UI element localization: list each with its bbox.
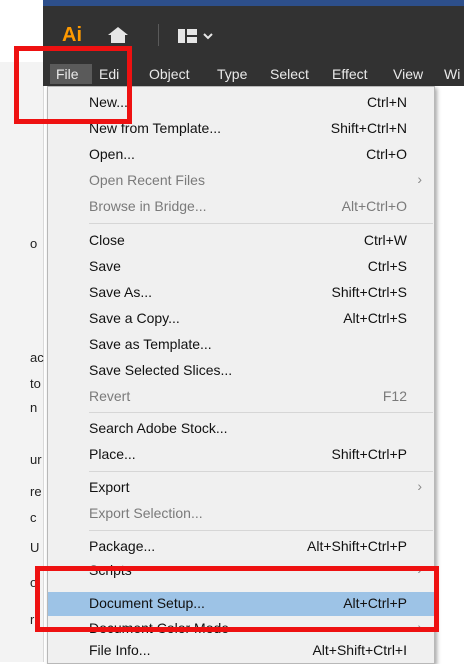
menu-item-label: Save as Template... <box>89 336 212 352</box>
menu-item-shortcut: Shift+Ctrl+N <box>330 120 407 136</box>
menu-item-label: Export <box>89 479 130 495</box>
menu-divider <box>89 223 433 224</box>
menu-item-save-selected-slices[interactable]: Save Selected Slices... <box>48 359 434 383</box>
menu-item-shortcut: Alt+Ctrl+O <box>341 198 407 214</box>
menu-item-label: Close <box>89 232 125 248</box>
menu-item-shortcut: Ctrl+N <box>366 94 407 110</box>
menu-item-label: Save <box>89 258 121 274</box>
menu-item-shortcut: Alt+Shift+Ctrl+I <box>312 642 407 658</box>
home-icon[interactable] <box>104 25 132 45</box>
menu-item-label: Save As... <box>89 284 153 300</box>
menu-divider <box>89 471 433 472</box>
toolbar-separator <box>158 24 159 46</box>
left-panel-text: ac <box>30 350 44 365</box>
menu-item-shortcut: Shift+Ctrl+P <box>331 446 407 462</box>
menu-divider <box>89 530 433 531</box>
left-panel-text: o <box>30 236 38 251</box>
left-panel-text: U <box>30 540 40 555</box>
title-accent-strip <box>43 0 464 6</box>
menu-select[interactable]: Select <box>270 64 309 84</box>
menu-item-shortcut: Alt+Shift+Ctrl+P <box>307 538 407 554</box>
menu-item-shortcut: Ctrl+W <box>363 232 407 248</box>
menu-item-save-as-template[interactable]: Save as Template... <box>48 333 434 357</box>
annotation-highlight-box <box>14 46 132 124</box>
menu-item-label: Open Recent Files <box>89 172 205 188</box>
menu-item-label: Search Adobe Stock... <box>89 420 228 436</box>
menu-item-revert[interactable]: Revert F12 <box>48 385 434 409</box>
workspace-switcher-icon[interactable] <box>176 27 218 45</box>
menu-item-label: Package... <box>89 538 156 554</box>
menu-item-shortcut: Ctrl+O <box>366 146 407 162</box>
menu-item-label: Revert <box>89 388 131 404</box>
menu-item-save-as[interactable]: Save As... Shift+Ctrl+S <box>48 281 434 305</box>
menu-item-label: Save Selected Slices... <box>89 362 233 378</box>
left-panel-text: ur <box>30 452 42 467</box>
menu-object[interactable]: Object <box>149 64 189 84</box>
left-panel-text: to <box>30 376 41 391</box>
annotation-highlight-box <box>35 566 439 632</box>
menu-type[interactable]: Type <box>217 64 247 84</box>
submenu-arrow-icon: › <box>417 478 422 494</box>
menu-item-label: Open... <box>89 146 135 162</box>
menu-item-open-recent[interactable]: Open Recent Files › <box>48 169 434 193</box>
menu-view[interactable]: View <box>393 64 423 84</box>
menu-item-package[interactable]: Package... Alt+Shift+Ctrl+P <box>48 535 434 559</box>
left-panel-text: re <box>30 484 42 499</box>
menu-item-shortcut: Alt+Ctrl+S <box>343 310 407 326</box>
menu-item-search-adobe-stock[interactable]: Search Adobe Stock... <box>48 417 434 441</box>
illustrator-logo: Ai <box>62 24 82 46</box>
left-panel-text: c <box>30 510 37 525</box>
menu-item-place[interactable]: Place... Shift+Ctrl+P <box>48 443 434 467</box>
menu-item-browse-in-bridge[interactable]: Browse in Bridge... Alt+Ctrl+O <box>48 195 434 219</box>
menu-item-label: Browse in Bridge... <box>89 198 207 214</box>
menu-item-close[interactable]: Close Ctrl+W <box>48 229 434 253</box>
menu-item-file-info[interactable]: File Info... Alt+Shift+Ctrl+I <box>48 639 434 663</box>
left-panel-text: n <box>30 400 38 415</box>
menu-divider <box>89 412 433 413</box>
menu-item-label: Export Selection... <box>89 505 203 521</box>
menu-item-label: Place... <box>89 446 136 462</box>
menu-item-shortcut: Ctrl+S <box>367 258 407 274</box>
menu-item-shortcut: F12 <box>382 388 407 404</box>
submenu-arrow-icon: › <box>417 171 422 187</box>
menu-item-label: Save a Copy... <box>89 310 180 326</box>
menu-item-label: File Info... <box>89 642 151 658</box>
menu-item-open[interactable]: Open... Ctrl+O <box>48 143 434 167</box>
menu-item-save[interactable]: Save Ctrl+S <box>48 255 434 279</box>
menu-item-save-a-copy[interactable]: Save a Copy... Alt+Ctrl+S <box>48 307 434 331</box>
menu-item-shortcut: Shift+Ctrl+S <box>331 284 407 300</box>
menu-item-export-selection[interactable]: Export Selection... <box>48 502 434 526</box>
menu-window[interactable]: Wi <box>444 64 460 84</box>
menu-item-export[interactable]: Export › <box>48 476 434 500</box>
menu-effect[interactable]: Effect <box>332 64 368 84</box>
